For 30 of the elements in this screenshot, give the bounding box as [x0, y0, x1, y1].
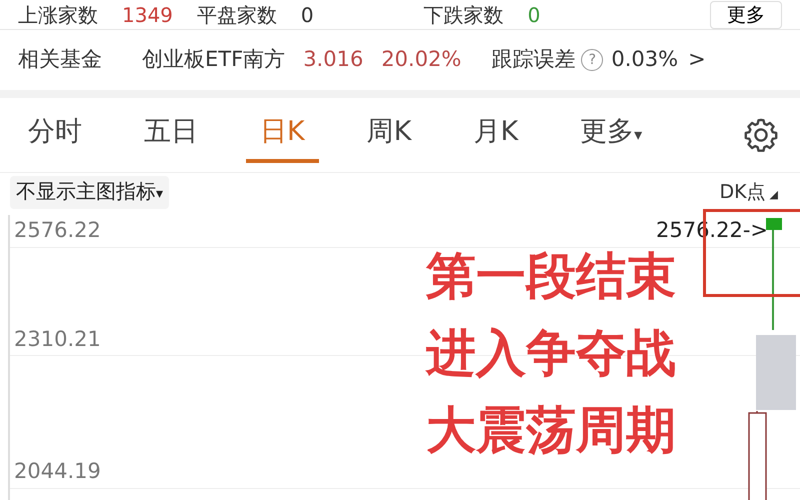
- fund-section-label: 相关基金: [18, 46, 102, 74]
- dk-toggle[interactable]: DK点 ◢: [707, 178, 790, 206]
- axis-label: 2576.22: [14, 217, 101, 244]
- chevron-icon[interactable]: >: [688, 44, 706, 76]
- tab[interactable]: 分时: [14, 107, 96, 163]
- annotation-text: 大震荡周期: [426, 403, 676, 458]
- annotation-text: 第一段结束: [426, 249, 676, 304]
- stat-label: 上涨家数: [18, 2, 98, 28]
- stat-label: 平盘家数: [196, 2, 277, 28]
- more-button[interactable]: 更多: [710, 0, 782, 28]
- fund-price: 3.016: [303, 46, 364, 74]
- tab[interactable]: 日K: [246, 107, 319, 163]
- tracking-error-label: 跟踪误差: [491, 46, 576, 74]
- stat-value: 0: [528, 2, 540, 28]
- tab[interactable]: 五日: [130, 107, 212, 163]
- tab[interactable]: 周K: [352, 107, 426, 163]
- tracking-error-value: 0.03%: [611, 46, 678, 74]
- axis-label: 2310.21: [14, 326, 101, 352]
- axis-label: 2044.19: [14, 458, 101, 485]
- tab[interactable]: 更多▾: [566, 107, 656, 163]
- stat-label: 下跌家数: [424, 2, 504, 28]
- tab[interactable]: 月K: [459, 107, 532, 163]
- stat-value: 0: [300, 2, 314, 28]
- settings-icon[interactable]: [742, 116, 780, 154]
- help-icon[interactable]: ?: [581, 49, 604, 71]
- indicator-dropdown[interactable]: 不显示主图指标▾: [10, 176, 170, 208]
- annotation-text: 进入争夺战: [426, 326, 676, 381]
- stat-value: 1349: [122, 2, 173, 28]
- fund-change: 20.02%: [381, 46, 462, 74]
- fund-name[interactable]: 创业板ETF南方: [142, 44, 286, 76]
